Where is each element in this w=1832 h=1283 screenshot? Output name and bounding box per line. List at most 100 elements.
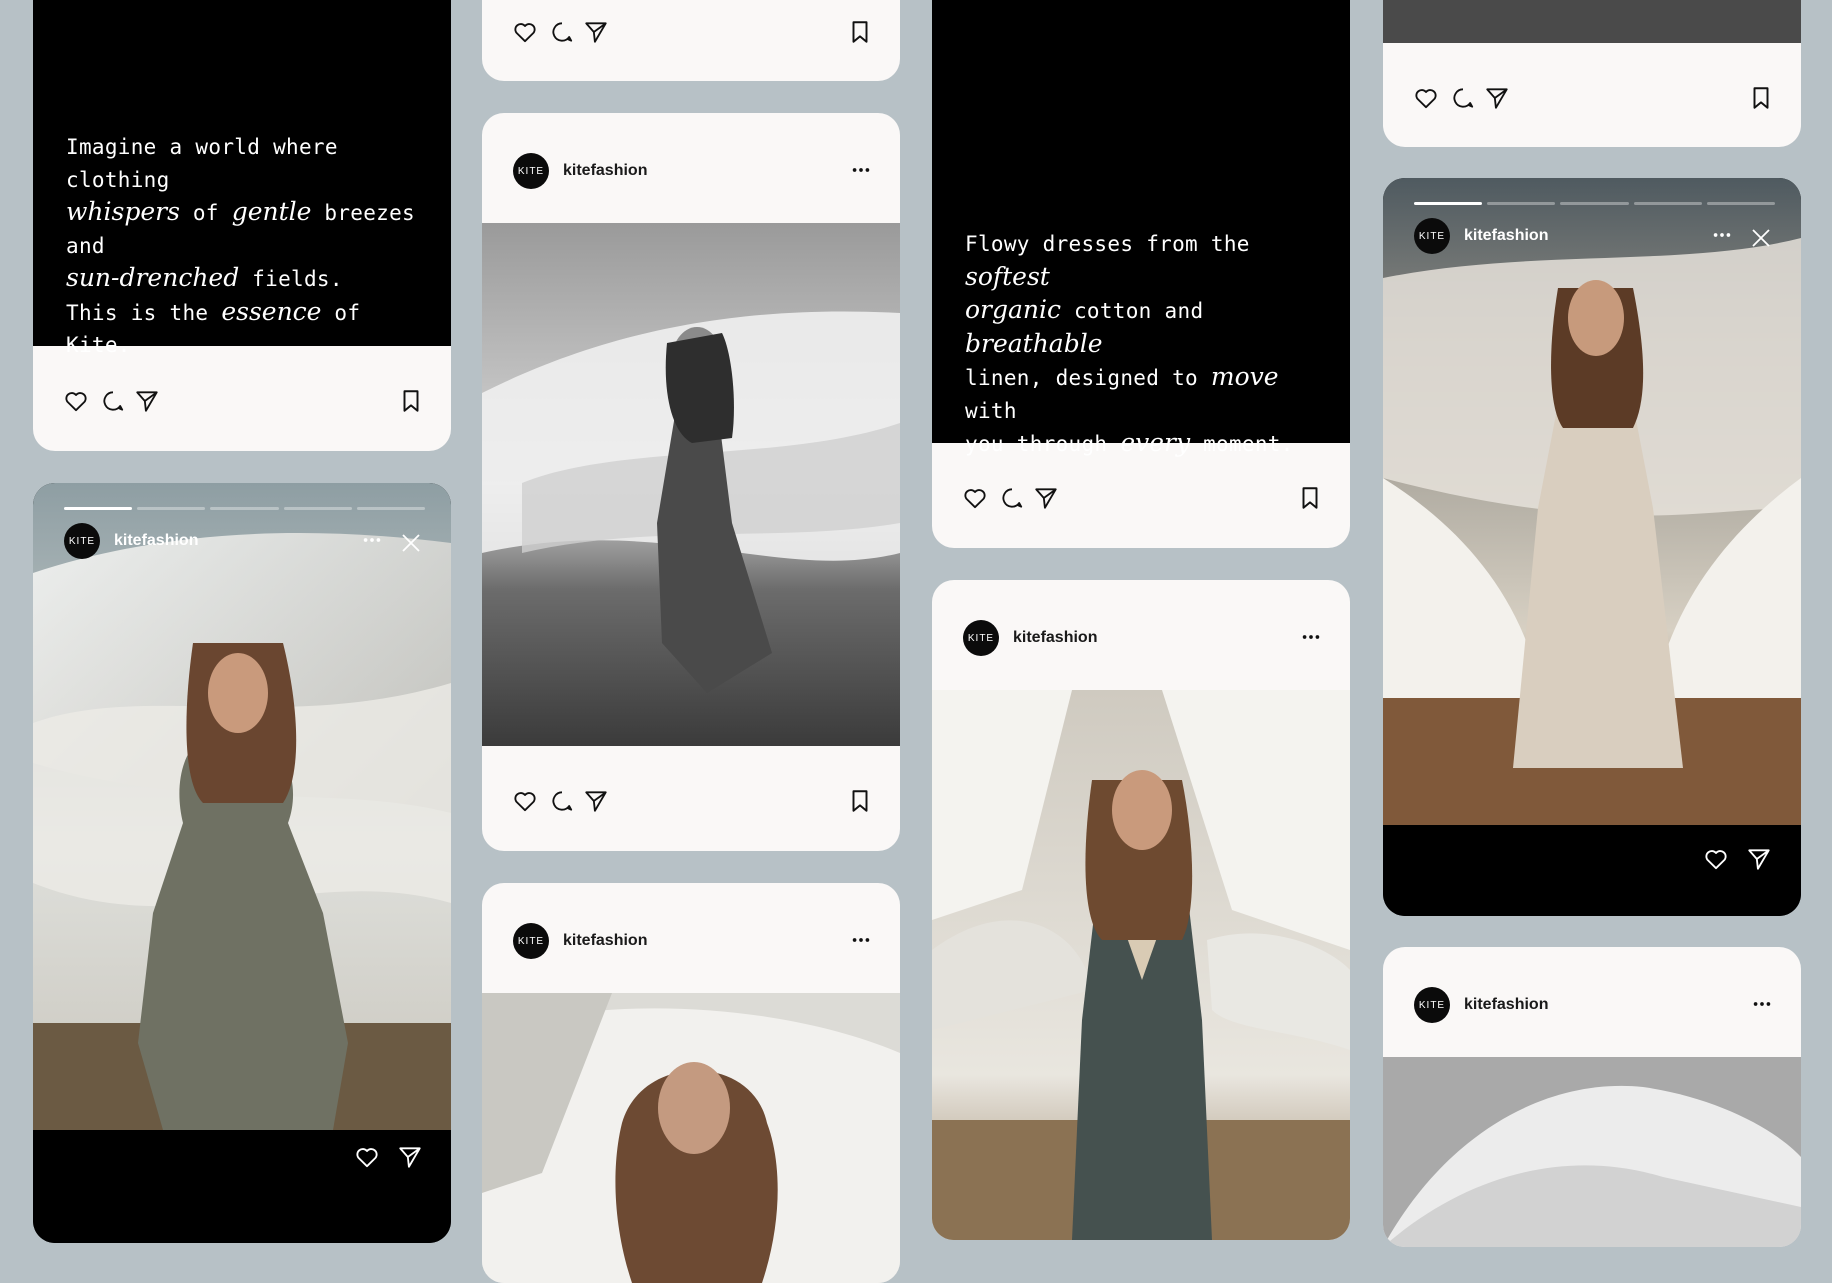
close-story-button[interactable] [1747,224,1775,252]
avatar[interactable]: KITE [963,620,999,656]
share-icon [583,788,609,814]
quote-emphasis: every [1120,428,1191,457]
like-button[interactable] [1410,82,1442,114]
quote-line: cotton and [1061,299,1204,323]
like-button[interactable] [1700,843,1732,875]
story-progress [64,507,426,511]
save-button[interactable] [844,785,876,817]
avatar[interactable]: KITE [1414,218,1450,254]
comment-icon [1450,85,1476,111]
comment-button[interactable] [546,785,578,817]
quote-post-card-1: Imagine a world where clothing whispers … [33,0,451,451]
quote-text: Flowy dresses from the softest organic c… [965,228,1330,461]
share-button[interactable] [394,1141,426,1173]
avatar-text: KITE [1418,999,1446,1011]
story-footer [33,1130,451,1243]
username[interactable]: kitefashion [1013,629,1097,647]
more-icon [850,929,872,951]
story-progress-segment [64,507,133,510]
more-options-button[interactable] [1707,222,1737,248]
avatar[interactable]: KITE [1414,987,1450,1023]
quote-line: This is the [66,300,222,325]
save-button[interactable] [395,385,427,417]
like-button[interactable] [509,16,541,48]
quote-line: with [965,398,1017,423]
post-photo [482,993,900,1283]
avatar[interactable]: KITE [513,923,549,959]
username[interactable]: kitefashion [563,932,647,950]
save-button[interactable] [1294,482,1326,514]
more-options-button[interactable] [846,157,876,183]
quote-emphasis: softest [965,261,1050,291]
share-button[interactable] [131,385,163,417]
photo-post-card-warm: KITE kitefashion [932,580,1350,1240]
feed-column-3: Flowy dresses from the softest organic c… [932,0,1350,1240]
more-options-button[interactable] [357,527,387,553]
avatar[interactable]: KITE [513,153,549,189]
post-header: KITE kitefashion [932,580,1350,690]
photo-post-card-bw: KITE kitefashion [482,113,900,851]
save-button[interactable] [1745,82,1777,114]
share-icon [1033,485,1059,511]
story-progress-segment [283,507,352,510]
story-progress-segment [1487,202,1556,205]
save-button[interactable] [844,16,876,48]
username[interactable]: kitefashion [1464,996,1548,1014]
story-progress-segment [356,507,426,510]
comment-button[interactable] [996,482,1028,514]
close-icon [399,531,423,555]
heart-icon [354,1144,380,1170]
share-button[interactable] [1481,82,1513,114]
comment-button[interactable] [97,385,129,417]
avatar-text: KITE [967,632,995,644]
more-options-button[interactable] [846,927,876,953]
story-progress-segment [137,507,206,510]
comment-button[interactable] [1447,82,1479,114]
like-button[interactable] [351,1141,383,1173]
quote-line: Imagine a world where clothing [66,135,338,192]
bookmark-icon [398,388,424,414]
like-button[interactable] [959,482,991,514]
username[interactable]: kitefashion [563,162,647,180]
quote-line: Flowy dresses from the [965,232,1250,256]
avatar-text: KITE [68,535,96,547]
quote-emphasis: organic [965,295,1062,324]
post-actions [932,482,1350,522]
username[interactable]: kitefashion [114,532,198,550]
quote-line: linen, designed to [965,366,1211,390]
quote-line: you through [965,432,1121,456]
story-progress [1414,202,1776,206]
post-actions [33,385,451,425]
quote-post-card-2: Flowy dresses from the softest organic c… [932,0,1350,548]
post-header: KITE kitefashion [482,113,900,223]
quote-line: of [179,201,232,225]
like-button[interactable] [509,785,541,817]
post-header: KITE kitefashion [1383,947,1801,1057]
more-options-button[interactable] [1747,991,1777,1017]
post-card-actions-partial [1383,0,1801,147]
quote-line: moment. [1190,432,1294,456]
share-icon [1746,846,1772,872]
quote-text: Imagine a world where clothing whispers … [66,131,431,362]
share-button[interactable] [1743,843,1775,875]
bookmark-icon [1748,85,1774,111]
more-options-button[interactable] [1296,624,1326,650]
username[interactable]: kitefashion [1464,227,1548,245]
close-icon [1749,226,1773,250]
share-button[interactable] [580,785,612,817]
comment-button[interactable] [546,16,578,48]
close-story-button[interactable] [397,529,425,557]
more-icon [361,529,383,551]
share-button[interactable] [1030,482,1062,514]
share-icon [397,1144,423,1170]
avatar[interactable]: KITE [64,523,100,559]
post-actions [482,16,900,56]
post-photo [1383,1057,1801,1247]
feed-column-1: Imagine a world where clothing whispers … [33,0,451,1243]
share-button[interactable] [580,16,612,48]
more-icon [1711,224,1733,246]
story-progress-segment [1414,202,1483,205]
post-photo [482,223,900,746]
like-button[interactable] [60,385,92,417]
more-icon [1300,626,1322,648]
